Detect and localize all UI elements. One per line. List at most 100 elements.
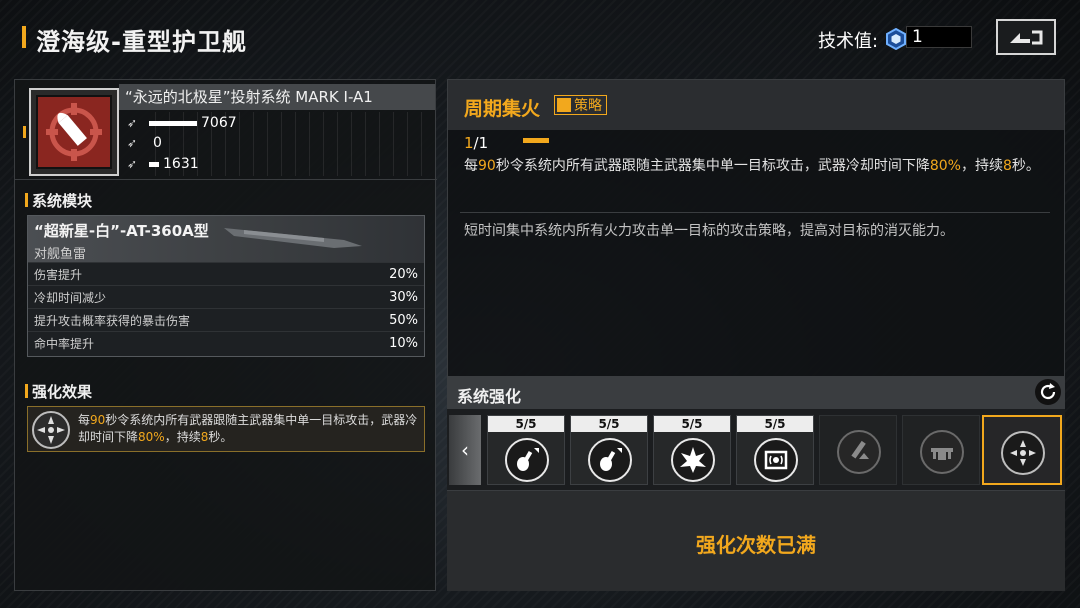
strategy-icon xyxy=(557,98,571,112)
enhance-slot-locked[interactable] xyxy=(819,415,897,485)
damage-arrow-icon: ➶ xyxy=(127,116,138,130)
guitar-arrow-icon xyxy=(505,438,549,482)
range-arrow-icon: ➶ xyxy=(127,157,138,171)
speed-arrow-icon: ➶ xyxy=(127,136,138,150)
desc-highlight-value: 8 xyxy=(1002,158,1012,174)
module-stat-label: 伤害提升 xyxy=(34,267,83,282)
slot-count: 5/5 xyxy=(737,416,813,432)
guitar-arrow-icon xyxy=(588,438,632,482)
system-module-title: 系统模块 xyxy=(32,192,93,210)
skill-tag-badge: 策略 xyxy=(554,95,607,115)
desc-highlight-value: 80% xyxy=(929,158,961,174)
module-stat-row: 伤害提升 20% xyxy=(28,262,424,285)
focus-fire-icon xyxy=(1001,431,1045,475)
skill-description: 每90秒令系统内所有武器跟随主武器集中单一目标攻击，武器冷却时间下降80%，持续… xyxy=(464,156,1044,177)
module-stat-row: 冷却时间减少 30% xyxy=(28,285,424,308)
skill-name: 周期集火 xyxy=(464,98,541,120)
desc-text-part: 秒。 xyxy=(1011,158,1040,174)
desc-text-part: ，持续 xyxy=(960,158,1003,174)
enhance-slots-row: ‹ 5/5 5/5 5/5 5/5 xyxy=(447,409,1065,491)
back-arrow-icon xyxy=(1010,30,1043,45)
enhance-slot-locked[interactable] xyxy=(902,415,980,485)
weapon-header: “永远的北极星”投射系统 MARK I-A1 ➶ 7067 ➶ 0 ➶ 1631 xyxy=(15,80,437,180)
pen-upgrade-icon xyxy=(837,430,881,474)
stat-row-speed: ➶ 0 xyxy=(127,134,162,152)
module-header: “超新星-白”-AT-360A型 对舰鱼雷 xyxy=(28,216,424,262)
effect-highlight-value: 90 xyxy=(90,413,106,427)
weapon-name: “永远的北极星”投射系统 MARK I-A1 xyxy=(119,84,435,110)
slot-count: 5/5 xyxy=(488,416,564,432)
module-stat-row: 提升攻击概率获得的暴击伤害 50% xyxy=(28,308,424,331)
explosion-icon xyxy=(671,438,715,482)
stat-bar-range xyxy=(149,161,159,167)
system-enhance-header: 系统强化 xyxy=(447,377,1065,409)
module-stat-label: 冷却时间减少 xyxy=(34,290,107,305)
scroll-left-button[interactable]: ‹ xyxy=(449,415,481,485)
weapon-slot[interactable] xyxy=(29,88,119,176)
desc-highlight-value: 90 xyxy=(478,158,496,174)
enhance-maxed-text: 强化次数已满 xyxy=(696,533,816,557)
tech-point-icon xyxy=(886,28,906,50)
skill-detail: 周期集火 策略 1/1 每90秒令系统内所有武器跟随主武器集中单一目标攻击，武器… xyxy=(447,79,1065,377)
skill-flavor-text: 短时间集中系统内所有火力攻击单一目标的攻击策略，提高对目标的消灭能力。 xyxy=(464,223,954,239)
enhance-slot[interactable]: 5/5 xyxy=(487,415,565,485)
tech-value-display: 1 xyxy=(906,26,972,48)
desc-divider xyxy=(460,212,1050,213)
refresh-button[interactable] xyxy=(1035,379,1061,405)
refresh-icon xyxy=(1040,383,1056,400)
effect-text-part: 秒令系统内所有武器跟随主武器集中单一目标攻击，武器冷却时间下降 xyxy=(78,413,418,444)
weapon-icon-bg xyxy=(36,95,112,169)
level-current: 1 xyxy=(464,134,474,152)
module-stat-label: 命中率提升 xyxy=(34,336,95,351)
weapon-selected-marker xyxy=(23,126,26,138)
stat-bar-damage xyxy=(149,120,197,126)
page-title: 澄海级-重型护卫舰 xyxy=(36,28,247,56)
module-stat-row: 命中率提升 10% xyxy=(28,331,424,354)
skill-header: 周期集火 策略 xyxy=(448,80,1064,130)
module-stat-label: 提升攻击概率获得的暴击伤害 xyxy=(34,313,191,328)
tech-value-label: 技术值: xyxy=(818,31,879,52)
skill-tag-label: 策略 xyxy=(574,98,602,114)
focus-fire-icon xyxy=(32,411,70,449)
enhance-slot[interactable]: 5/5 xyxy=(570,415,648,485)
stat-row-damage: ➶ 7067 xyxy=(127,114,237,132)
module-stat-value: 50% xyxy=(389,312,418,328)
slot-count: 5/5 xyxy=(571,416,647,432)
enhance-effect-mark xyxy=(25,384,28,398)
enhance-slot[interactable]: 5/5 xyxy=(736,415,814,485)
enhance-slot-selected[interactable] xyxy=(982,415,1062,485)
effect-highlight-value: 80% xyxy=(138,430,165,444)
drone-icon xyxy=(920,430,964,474)
level-progress-bar xyxy=(523,138,549,143)
enhance-effect-text: 每90秒令系统内所有武器跟随主武器集中单一目标攻击，武器冷却时间下降80%，持续… xyxy=(78,412,418,446)
stat-value-damage: 7067 xyxy=(201,115,237,131)
enhance-status-area: 强化次数已满 xyxy=(447,491,1065,591)
stat-row-range: ➶ 1631 xyxy=(127,155,199,173)
enhance-slot[interactable]: 5/5 xyxy=(653,415,731,485)
enhance-effect-card: 每90秒令系统内所有武器跟随主武器集中单一目标攻击，武器冷却时间下降80%，持续… xyxy=(27,406,425,452)
system-enhance-title: 系统强化 xyxy=(457,387,522,406)
desc-text-part: 秒令系统内所有武器跟随主武器集中单一目标攻击，武器冷却时间下降 xyxy=(495,158,930,174)
stat-value-range: 1631 xyxy=(163,156,199,172)
system-module-card[interactable]: “超新星-白”-AT-360A型 对舰鱼雷 伤害提升 20% 冷却时间减少 30… xyxy=(27,215,425,357)
enhance-effect-title: 强化效果 xyxy=(32,383,93,401)
weapon-info-panel: “永远的北极星”投射系统 MARK I-A1 ➶ 7067 ➶ 0 ➶ 1631… xyxy=(14,79,437,591)
slot-count: 5/5 xyxy=(654,416,730,432)
torpedo-image xyxy=(224,228,362,248)
skill-level: 1/1 xyxy=(464,134,488,152)
module-stat-value: 30% xyxy=(389,289,418,305)
module-stat-value: 20% xyxy=(389,266,418,282)
stat-value-speed: 0 xyxy=(153,135,162,151)
desc-text-part: 每 xyxy=(464,158,478,174)
effect-text-part: 秒。 xyxy=(208,430,233,444)
system-module-mark xyxy=(25,193,28,207)
module-stat-value: 10% xyxy=(389,335,418,351)
level-total: /1 xyxy=(473,134,489,152)
title-accent-mark xyxy=(22,26,26,48)
effect-text-part: ，持续 xyxy=(164,430,201,444)
bullet-target-icon xyxy=(46,103,102,161)
signal-chip-icon xyxy=(754,438,798,482)
effect-text-part: 每 xyxy=(78,413,91,427)
skill-panel: 周期集火 策略 1/1 每90秒令系统内所有武器跟随主武器集中单一目标攻击，武器… xyxy=(447,79,1065,591)
back-button[interactable] xyxy=(996,19,1056,55)
